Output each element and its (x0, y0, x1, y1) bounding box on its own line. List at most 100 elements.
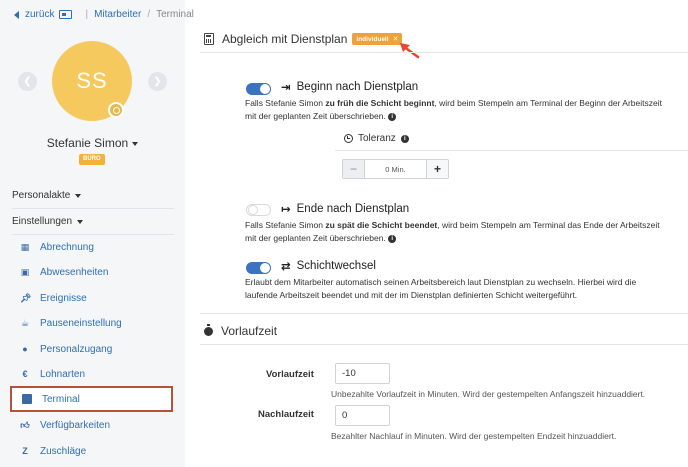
z-icon: Z (22, 446, 28, 456)
euro-icon: € (22, 369, 28, 379)
trail-time-help: Bezahlter Nachlauf in Minuten. Wird der … (331, 431, 617, 441)
sidebar-item-abwesenheiten[interactable]: ▣ Abwesenheiten (10, 260, 173, 284)
divider (200, 344, 688, 345)
next-employee-button[interactable]: ❯ (148, 72, 167, 91)
lead-time-input[interactable]: -10 (335, 363, 390, 384)
lead-time-section-title: Vorlaufzeit (204, 323, 278, 338)
sidebar-item-personalzugang[interactable]: ● Personalzugang (10, 337, 173, 361)
divider (12, 208, 174, 209)
user-name: Stefanie Simon (46, 136, 129, 150)
caret-down-icon (132, 141, 139, 146)
sign-in-icon: ⇥ (281, 82, 291, 94)
chevron-left-icon: ❮ (23, 76, 32, 87)
department-badge: BÜRO (79, 154, 105, 165)
stopwatch-icon (204, 323, 213, 336)
end-by-schedule-title: ↦ Ende nach Dienstplan (281, 202, 409, 216)
trail-time-input[interactable]: 0 (335, 405, 390, 426)
section-heading: Vorlaufzeit (221, 324, 278, 338)
previous-employee-button[interactable]: ❮ (18, 72, 37, 91)
sidebar-item-zuschlaege[interactable]: Z Zuschläge (10, 439, 173, 463)
sidebar: zurück | Mitarbeiter / Terminal ❮ ❯ SS S… (0, 0, 194, 467)
pin-icon: 📌︎ (20, 293, 32, 303)
sidebar-item-label: Personalzugang (40, 343, 113, 355)
end-by-schedule-description: Falls Stefanie Simon zu spät die Schicht… (245, 219, 665, 245)
tolerance-label-row: Toleranz i (344, 133, 409, 144)
sidebar-item-abrechnung[interactable]: ▦ Abrechnung (10, 235, 173, 259)
decrement-button[interactable]: − (343, 160, 365, 178)
sidebar-item-pauseneinstellung[interactable]: ☕︎ Pauseneinstellung (10, 311, 173, 335)
tolerance-value[interactable]: 0 Min. (365, 160, 426, 178)
caret-down-icon (75, 193, 82, 198)
thumbs-up-icon: 👍︎ (20, 420, 30, 430)
start-by-schedule-description: Falls Stefanie Simon zu früh die Schicht… (245, 97, 665, 123)
sidebar-item-terminal[interactable]: Terminal (10, 386, 173, 412)
annotation-arrow-icon (400, 43, 420, 59)
shift-change-toggle[interactable] (246, 262, 271, 274)
divider (200, 313, 688, 314)
tablet-icon (22, 394, 32, 404)
camera-icon[interactable] (108, 102, 124, 118)
info-icon[interactable]: i (388, 234, 397, 243)
sidebar-item-label: Ereignisse (40, 292, 87, 304)
lead-time-label: Vorlaufzeit (266, 369, 314, 380)
description-text: Falls Stefanie Simon (245, 98, 326, 108)
coffee-icon: ☕︎ (20, 318, 30, 328)
sidebar-item-label: Lohnarten (40, 368, 86, 380)
option-title: Beginn nach Dienstplan (296, 81, 419, 93)
start-by-schedule-toggle[interactable] (246, 83, 271, 95)
end-by-schedule-toggle[interactable] (246, 204, 271, 216)
users-icon: ● (22, 344, 28, 354)
avatar-initials: SS (76, 68, 108, 93)
section-label: Personalakte (12, 190, 71, 201)
section-personnel-file[interactable]: Personalakte (12, 190, 82, 201)
back-arrow-icon[interactable] (14, 10, 19, 19)
breadcrumb-current: Terminal (156, 9, 194, 20)
sidebar-item-label: Pauseneinstellung (40, 317, 122, 329)
page-title-row: Abgleich mit Dienstplan individuell ✕ (204, 32, 403, 46)
calendar-x-icon: ▣ (20, 267, 30, 277)
sidebar-item-verfuegbarkeiten[interactable]: 👍︎ Verfügbarkeiten (10, 413, 173, 437)
back-link[interactable]: zurück (25, 9, 54, 20)
sidebar-item-ereignisse[interactable]: 📌︎ Ereignisse (10, 286, 173, 310)
description-emphasis: zu spät die Schicht beendet (325, 220, 438, 230)
sidebar-item-lohnarten[interactable]: € Lohnarten (10, 362, 173, 386)
sidebar-item-label: Abrechnung (40, 241, 94, 253)
info-icon[interactable]: i (388, 112, 397, 121)
shift-change-description: Erlaubt dem Mitarbeiter automatisch sein… (245, 277, 637, 300)
individual-badge[interactable]: individuell ✕ (352, 33, 403, 45)
trail-time-label: Nachlaufzeit (258, 409, 314, 420)
calculator-icon (204, 33, 214, 45)
sidebar-item-label: Verfügbarkeiten (40, 419, 111, 431)
breadcrumb-separator: / (147, 9, 151, 20)
sidebar-item-label: Terminal (42, 393, 80, 405)
breadcrumb-employees-link[interactable]: Mitarbeiter (94, 9, 141, 20)
section-settings[interactable]: Einstellungen (12, 216, 84, 227)
lead-time-help: Unbezahlte Vorlaufzeit in Minuten. Wird … (331, 389, 646, 399)
breadcrumb: zurück | Mitarbeiter / Terminal (14, 9, 194, 20)
info-icon[interactable]: i (400, 134, 409, 143)
page-title: Abgleich mit Dienstplan (222, 32, 348, 46)
tolerance-stepper[interactable]: − 0 Min. + (342, 159, 449, 179)
tolerance-label: Toleranz (358, 133, 396, 144)
id-card-icon (59, 10, 73, 19)
divider (335, 150, 688, 151)
breadcrumb-separator: | (85, 9, 89, 20)
shift-change-title: ⇄ Schichtwechsel (281, 259, 376, 273)
description-text: Falls Stefanie Simon (245, 220, 326, 230)
badge-label: individuell (356, 35, 389, 43)
chevron-right-icon: ❯ (153, 76, 162, 87)
sidebar-item-label: Zuschläge (40, 445, 87, 457)
divider (200, 52, 688, 53)
start-by-schedule-title: ⇥ Beginn nach Dienstplan (281, 80, 418, 94)
option-title: Schichtwechsel (296, 260, 376, 272)
section-label: Einstellungen (12, 216, 73, 227)
exchange-icon: ⇄ (281, 261, 291, 273)
calculator-icon: ▦ (20, 242, 30, 252)
user-name-dropdown[interactable]: Stefanie Simon (0, 136, 185, 150)
option-title: Ende nach Dienstplan (296, 203, 410, 215)
increment-button[interactable]: + (426, 160, 448, 178)
sign-out-icon: ↦ (281, 204, 291, 216)
caret-down-icon (77, 219, 84, 224)
description-emphasis: zu früh die Schicht beginnt (325, 98, 435, 108)
sidebar-item-label: Abwesenheiten (40, 266, 109, 278)
